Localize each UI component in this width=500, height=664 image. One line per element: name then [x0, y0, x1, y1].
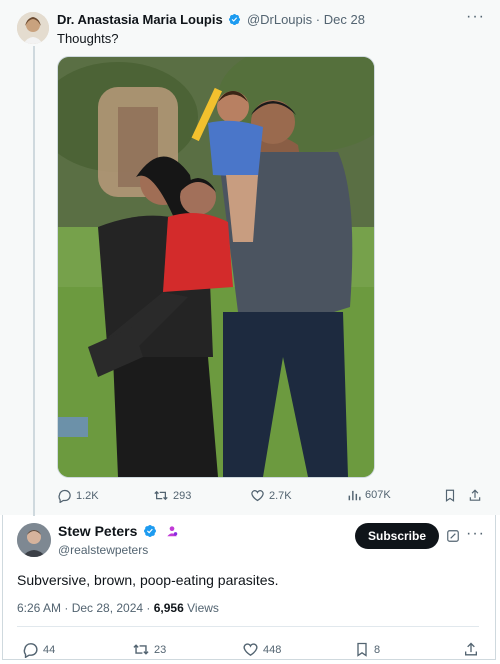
more-icon[interactable]: ··· — [466, 8, 485, 26]
avatar[interactable] — [17, 523, 51, 557]
reply-icon — [23, 643, 38, 658]
author-name[interactable]: Dr. Anastasia Maria Loupis — [57, 12, 223, 27]
verified-badge-icon — [228, 13, 241, 29]
tweet-photo[interactable] — [57, 56, 375, 478]
separator: · — [315, 12, 321, 27]
author-name[interactable]: Stew Peters — [58, 523, 137, 539]
subscribe-button[interactable]: Subscribe — [355, 523, 439, 549]
author-handle[interactable]: @realstewpeters — [58, 543, 148, 557]
retweet-icon — [154, 490, 168, 501]
bookmark-button[interactable]: 8 — [354, 641, 380, 658]
share-icon[interactable] — [463, 641, 479, 658]
like-icon — [251, 490, 264, 502]
divider — [17, 626, 479, 627]
like-count: 2.7K — [269, 489, 292, 502]
like-count: 448 — [263, 643, 282, 656]
views-icon — [348, 490, 361, 501]
quote-author-header: Stew Peters — [58, 523, 181, 541]
avatar[interactable] — [17, 12, 49, 44]
reply-count: 44 — [43, 643, 56, 656]
author-handle[interactable]: @DrLoupis — [247, 12, 312, 27]
retweet-count: 23 — [154, 643, 167, 656]
views-label: Views — [183, 601, 219, 615]
affiliate-badge-icon[interactable] — [165, 524, 179, 541]
reply-icon — [58, 489, 71, 503]
retweet-button[interactable]: 293 — [153, 488, 191, 503]
original-tweet[interactable]: Dr. Anastasia Maria Loupis @DrLoupis · D… — [0, 0, 500, 516]
verified-badge-icon — [143, 524, 157, 541]
views-count: 607K — [365, 489, 391, 501]
timestamp[interactable]: 6:26 AM · Dec 28, 2024 · — [17, 601, 154, 615]
views-count: 6,956 — [153, 601, 184, 615]
views-button[interactable]: 607K — [347, 488, 391, 502]
reply-button[interactable]: 44 — [22, 641, 55, 658]
like-button[interactable]: 448 — [242, 641, 281, 658]
tweet-text: Thoughts? — [57, 31, 119, 46]
bookmark-icon[interactable] — [443, 488, 457, 503]
tweet-date[interactable]: Dec 28 — [324, 12, 365, 27]
grok-icon[interactable] — [446, 529, 460, 543]
bookmark-count: 8 — [374, 643, 381, 656]
retweet-count: 293 — [173, 489, 192, 502]
bookmark-icon — [357, 642, 367, 657]
like-icon — [243, 643, 258, 657]
reply-button[interactable]: 1.2K — [57, 488, 99, 503]
thread-line — [33, 46, 35, 516]
tweet-metadata: 6:26 AM · Dec 28, 2024 · 6,956 Views — [17, 601, 219, 615]
share-icon[interactable] — [468, 488, 482, 503]
retweet-button[interactable]: 23 — [132, 641, 166, 658]
retweet-icon — [133, 644, 149, 655]
more-icon[interactable]: ··· — [466, 525, 485, 543]
quote-tweet-text: Subversive, brown, poop-eating parasites… — [17, 572, 279, 588]
reply-count: 1.2K — [76, 489, 99, 502]
like-button[interactable]: 2.7K — [250, 488, 292, 503]
tweet-header: Dr. Anastasia Maria Loupis @DrLoupis · D… — [57, 12, 365, 29]
